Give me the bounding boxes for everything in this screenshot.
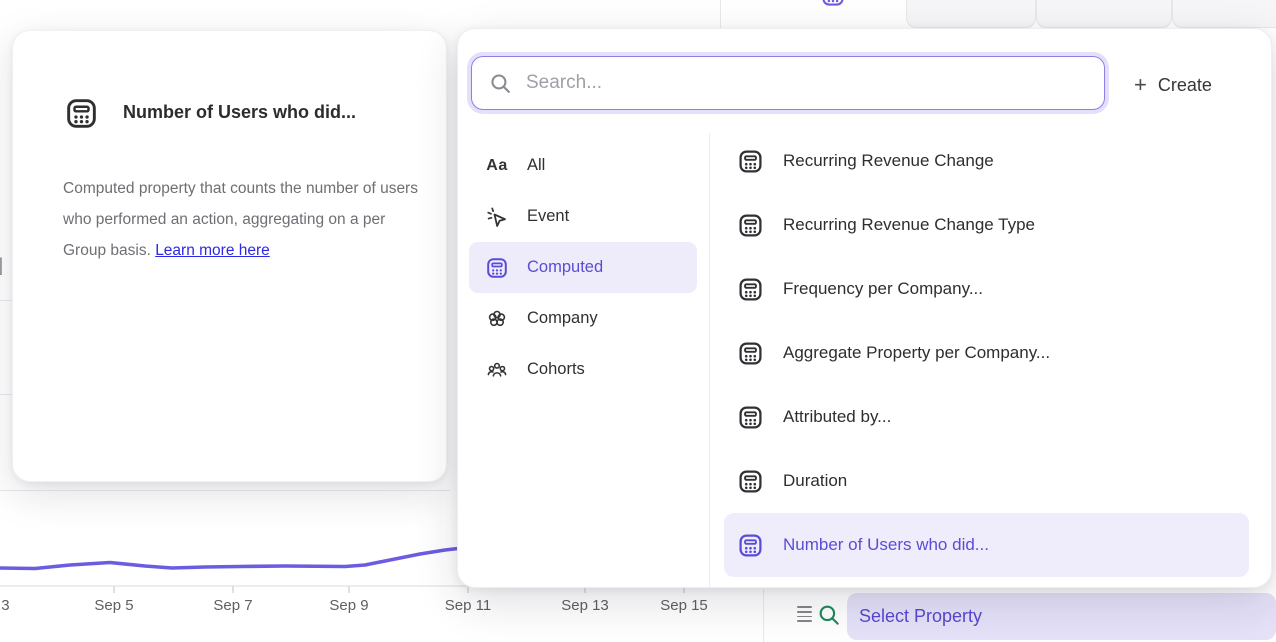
drag-handle-icon[interactable] [797,606,812,622]
category-cohorts[interactable]: Cohorts [469,344,697,395]
bar-chart-icon [958,0,984,3]
sidebar-divider [709,133,710,587]
x-axis-tick-label: Sep 7 [213,597,252,614]
tooltip-title: Number of Users who did... [123,102,356,123]
property-item[interactable]: Aggregate Property per Company... [724,321,1249,385]
green-search-icon [816,602,842,628]
learn-more-link[interactable]: Learn more here [155,242,270,259]
property-item[interactable]: Attributed by... [724,385,1249,449]
category-sidebar: Aa All Event Computed Company Cohorts [469,140,697,395]
tooltip-description: Computed property that counts the number… [63,173,419,266]
select-property-row: Select Property [763,589,1276,642]
tab-metric[interactable] [1172,0,1276,28]
calculator-icon [736,532,764,559]
property-item-selected[interactable]: Number of Users who did... [724,513,1249,577]
chart-series-line [0,549,458,569]
tab-computed[interactable] [760,0,906,28]
calculator-icon [484,256,510,280]
background-divider [0,300,12,301]
background-card-divider [0,490,450,491]
category-company[interactable]: Company [469,293,697,344]
background-divider [0,394,12,395]
metric-bar-icon [1213,0,1239,3]
create-button[interactable]: + Create [1134,67,1212,103]
x-axis-tick-label: Sep 11 [445,597,491,614]
x-axis-tick-label: Sep 13 [561,597,609,614]
x-axis-tick-label: Sep 3 [0,597,10,614]
tab-retention[interactable] [1036,0,1172,28]
retention-curve-icon [1091,0,1117,3]
x-axis-tick-label: Sep 9 [329,597,368,614]
property-item[interactable]: Duration [724,449,1249,513]
calculator-icon [736,340,764,367]
x-axis-tick-label: Sep 5 [94,597,133,614]
select-property-field[interactable]: Select Property [847,593,1276,640]
property-item[interactable]: Recurring Revenue Change Type [724,193,1249,257]
company-icon [484,307,510,331]
cursor-spark-icon [484,205,510,229]
category-computed[interactable]: Computed [469,242,697,293]
cohorts-icon [484,358,510,382]
property-item[interactable]: Frequency per Company... [724,257,1249,321]
x-axis-tick-label: Sep 15 [660,597,708,614]
category-event[interactable]: Event [469,191,697,242]
property-picker-panel: + Create Aa All Event Computed Company C… [457,28,1272,588]
property-tooltip-card: Number of Users who did... Computed prop… [12,30,447,482]
search-icon [488,71,513,96]
category-all[interactable]: Aa All [469,140,697,191]
clipped-text-fragment: ] [0,255,3,276]
calculator-icon [820,0,846,8]
text-aa-icon: Aa [484,157,510,175]
search-input[interactable] [526,72,1104,94]
search-field[interactable] [471,56,1105,110]
calculator-icon [736,404,764,431]
calculator-icon [736,212,764,239]
calculator-icon [64,96,99,131]
calculator-icon [736,276,764,303]
chart-type-tabbar [718,0,1276,28]
property-item[interactable]: Recurring Revenue Change [724,129,1249,193]
tab-bar-chart[interactable] [906,0,1036,28]
calculator-icon [736,148,764,175]
property-list: Recurring Revenue Change Recurring Reven… [724,129,1249,577]
calculator-icon [736,468,764,495]
plus-icon: + [1134,74,1147,96]
